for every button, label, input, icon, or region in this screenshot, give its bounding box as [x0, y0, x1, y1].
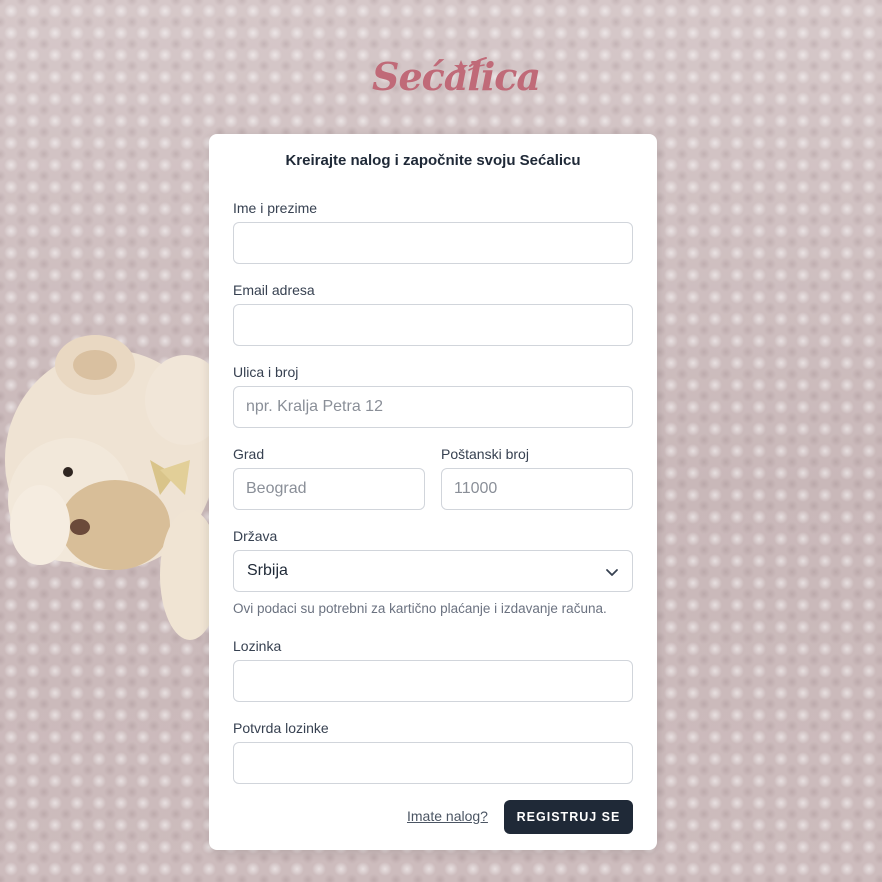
star-icon — [454, 57, 487, 73]
country-selected-value: Srbija — [247, 562, 288, 579]
register-button[interactable]: REGISTRUJ SE — [504, 800, 633, 834]
login-link[interactable]: Imate nalog? — [407, 808, 488, 824]
registration-card: Kreirajte nalog i započnite svoju Sećali… — [209, 134, 657, 850]
city-input[interactable] — [233, 468, 425, 510]
password-confirm-input[interactable] — [233, 742, 633, 784]
email-label: Email adresa — [233, 282, 315, 298]
password-confirm-label: Potvrda lozinke — [233, 720, 329, 736]
billing-help-text: Ovi podaci su potrebni za kartično plaća… — [233, 601, 607, 616]
country-label: Država — [233, 528, 278, 544]
country-select[interactable]: Srbija — [233, 550, 633, 592]
full-name-label: Ime i prezime — [233, 200, 318, 216]
form-title: Kreirajte nalog i započnite svoju Sećali… — [285, 152, 581, 169]
city-label: Grad — [233, 446, 265, 462]
street-input[interactable] — [233, 386, 633, 428]
postal-input[interactable] — [441, 468, 633, 510]
teddy-bear-image — [5, 335, 215, 640]
street-label: Ulica i broj — [233, 364, 299, 380]
password-label: Lozinka — [233, 638, 282, 654]
postal-label: Poštanski broj — [441, 446, 529, 462]
password-input[interactable] — [233, 660, 633, 702]
brand-logo: Sećalica — [372, 50, 541, 102]
full-name-input[interactable] — [233, 222, 633, 264]
email-input[interactable] — [233, 304, 633, 346]
chevron-down-icon — [606, 569, 618, 576]
